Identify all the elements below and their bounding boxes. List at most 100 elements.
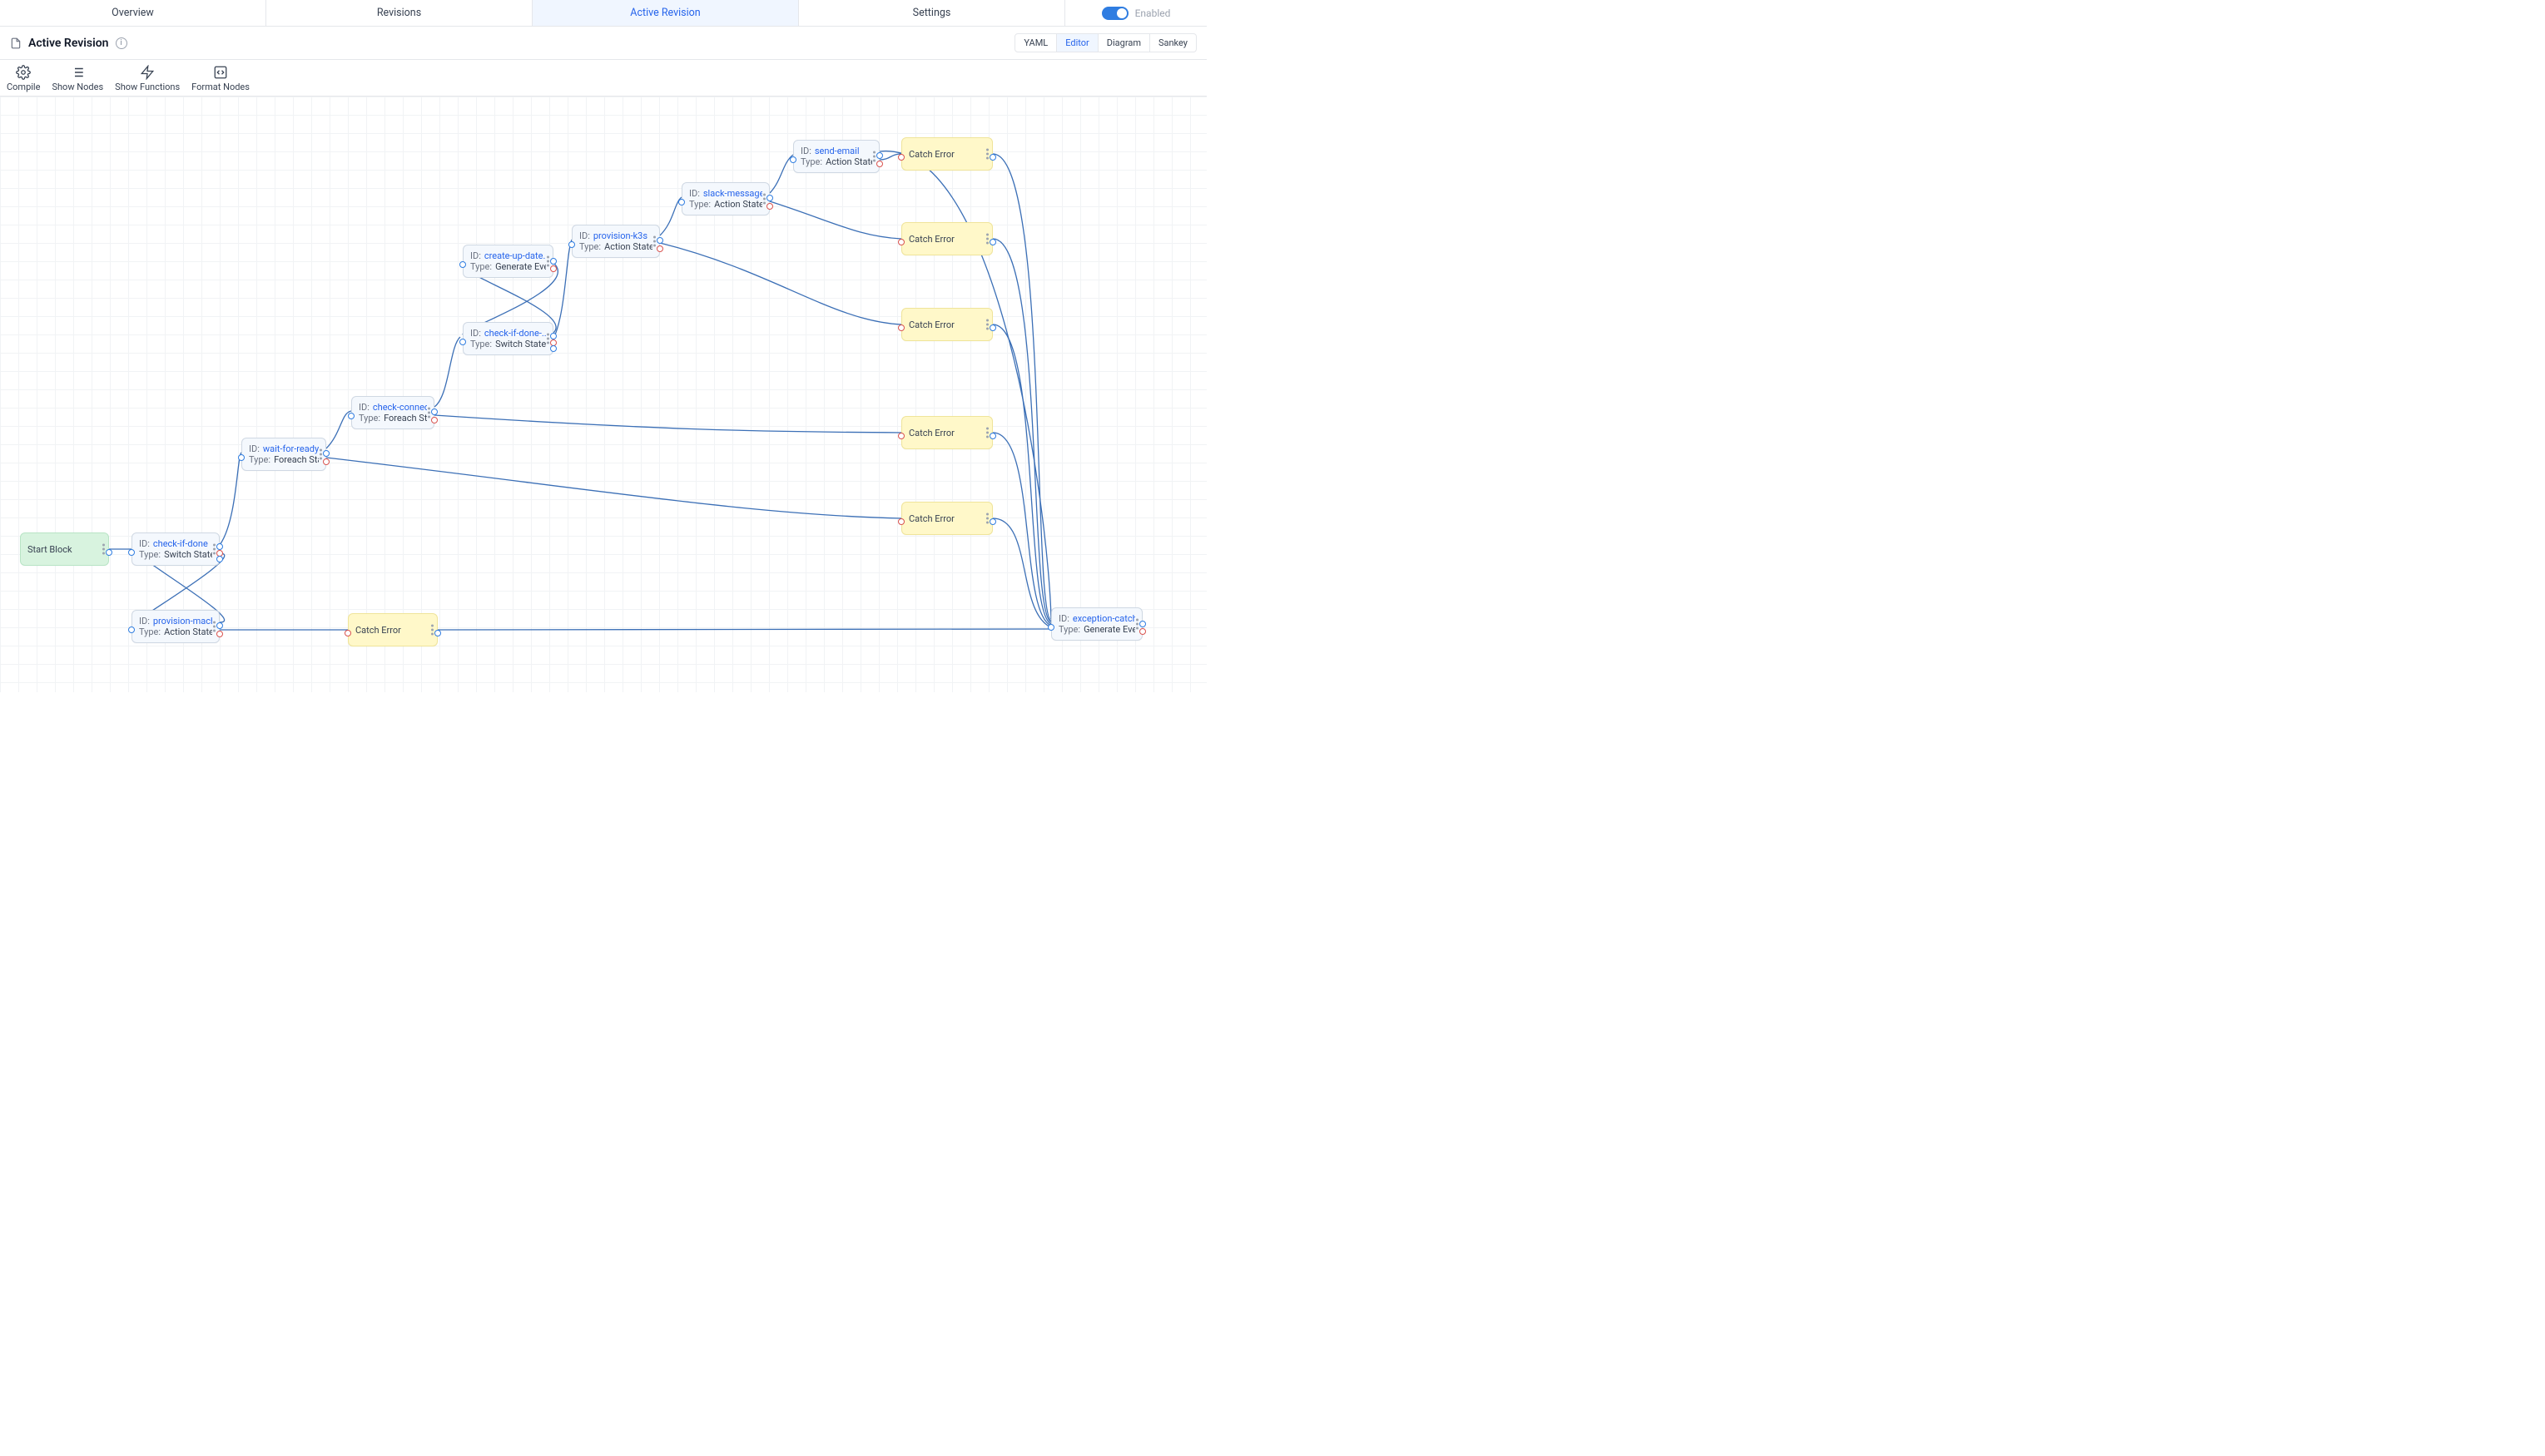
- id-value: check-connecti...: [373, 402, 427, 413]
- drag-handle-icon[interactable]: [653, 236, 656, 247]
- id-label: ID:: [470, 328, 481, 339]
- drag-handle-icon[interactable]: [547, 334, 549, 344]
- node-create-up-date[interactable]: ID:create-up-date... Type:Generate Event…: [463, 245, 553, 278]
- type-value: Generate Event State: [495, 261, 546, 272]
- drag-handle-icon[interactable]: [213, 544, 216, 555]
- id-value: check-if-done-...: [484, 328, 546, 339]
- drag-handle-icon[interactable]: [1136, 619, 1139, 630]
- drag-handle-icon[interactable]: [213, 622, 216, 632]
- code-icon: [213, 65, 228, 80]
- list-icon: [70, 65, 85, 80]
- workflow-canvas[interactable]: Start Block ID:check-if-done Type:Switch…: [0, 97, 1207, 692]
- id-label: ID:: [579, 230, 590, 241]
- node-provision-k3s[interactable]: ID:provision-k3s Type:Action State: [572, 225, 660, 258]
- node-catch-error-3[interactable]: Catch Error: [901, 308, 993, 341]
- tab-active-revision[interactable]: Active Revision: [533, 0, 799, 26]
- node-label: Catch Error: [355, 625, 401, 636]
- id-label: ID:: [470, 250, 481, 261]
- type-label: Type:: [1059, 624, 1080, 635]
- node-label: Catch Error: [909, 319, 955, 330]
- node-check-connection[interactable]: ID:check-connecti... Type:Foreach State: [351, 396, 434, 429]
- id-value: provision-k3s: [593, 230, 647, 241]
- node-label: Catch Error: [909, 234, 955, 245]
- view-sankey-button[interactable]: Sankey: [1150, 33, 1197, 52]
- node-label: Catch Error: [909, 428, 955, 438]
- tab-overview[interactable]: Overview: [0, 0, 266, 26]
- drag-handle-icon[interactable]: [873, 151, 876, 162]
- node-wait-for-ready[interactable]: ID:wait-for-ready Type: Foreach State: [241, 438, 326, 471]
- id-value: check-if-done: [153, 538, 208, 549]
- tab-settings[interactable]: Settings: [799, 0, 1065, 26]
- drag-handle-icon[interactable]: [320, 449, 322, 460]
- drag-handle-icon[interactable]: [986, 513, 989, 524]
- drag-handle-icon[interactable]: [102, 544, 105, 555]
- type-value: Foreach State: [274, 454, 319, 465]
- node-check-if-done[interactable]: ID:check-if-done Type:Switch State: [131, 532, 220, 566]
- node-catch-error-4[interactable]: Catch Error: [901, 416, 993, 449]
- id-value: send-email: [815, 146, 860, 156]
- drag-handle-icon[interactable]: [986, 234, 989, 245]
- id-label: ID:: [139, 616, 150, 626]
- id-value: exception-catch: [1073, 613, 1135, 624]
- node-catch-error-1[interactable]: Catch Error: [901, 137, 993, 171]
- node-exception-catch[interactable]: ID:exception-catch Type:Generate Event S…: [1051, 607, 1143, 641]
- format-nodes-button[interactable]: Format Nodes: [191, 65, 250, 92]
- lightning-icon: [140, 65, 155, 80]
- drag-handle-icon[interactable]: [763, 194, 766, 205]
- show-nodes-button[interactable]: Show Nodes: [52, 65, 103, 92]
- id-value: provision-machi...: [153, 616, 212, 626]
- type-value: Action State: [826, 156, 872, 167]
- type-label: Type:: [359, 413, 380, 423]
- type-label: Type:: [579, 241, 601, 252]
- type-label: Type:: [470, 261, 492, 272]
- show-functions-label: Show Functions: [115, 82, 180, 92]
- compile-label: Compile: [7, 82, 40, 92]
- id-value: wait-for-ready: [263, 443, 319, 454]
- id-value: slack-message-...: [703, 188, 762, 199]
- drag-handle-icon[interactable]: [986, 428, 989, 438]
- type-value: Foreach State: [384, 413, 427, 423]
- view-mode-group: YAML Editor Diagram Sankey: [1015, 33, 1197, 52]
- node-label: Start Block: [27, 544, 72, 555]
- type-label: Type:: [689, 199, 711, 210]
- type-label: Type:: [470, 339, 492, 349]
- drag-handle-icon[interactable]: [986, 149, 989, 160]
- id-label: ID:: [1059, 613, 1069, 624]
- type-value: Action State: [604, 241, 652, 252]
- node-slack-message[interactable]: ID:slack-message-... Type:Action State: [682, 182, 770, 215]
- node-check-if-done-2[interactable]: ID:check-if-done-... Type:Switch State: [463, 322, 553, 355]
- type-value: Switch State: [495, 339, 546, 349]
- format-nodes-label: Format Nodes: [191, 82, 250, 92]
- type-value: Action State: [164, 626, 212, 637]
- type-value: Switch State: [164, 549, 212, 560]
- type-label: Type:: [249, 454, 270, 465]
- type-label: Type:: [139, 549, 161, 560]
- drag-handle-icon[interactable]: [431, 625, 434, 636]
- drag-handle-icon[interactable]: [986, 319, 989, 330]
- node-catch-error-2[interactable]: Catch Error: [901, 222, 993, 255]
- view-yaml-button[interactable]: YAML: [1015, 33, 1057, 52]
- compile-button[interactable]: Compile: [7, 65, 40, 92]
- node-label: Catch Error: [909, 149, 955, 160]
- id-label: ID:: [249, 443, 260, 454]
- node-label: Catch Error: [909, 513, 955, 524]
- view-diagram-button[interactable]: Diagram: [1099, 33, 1150, 52]
- node-catch-error-5[interactable]: Catch Error: [901, 502, 993, 535]
- tab-revisions[interactable]: Revisions: [266, 0, 533, 26]
- view-editor-button[interactable]: Editor: [1057, 33, 1099, 52]
- id-value: create-up-date...: [484, 250, 546, 261]
- enabled-toggle[interactable]: [1102, 7, 1129, 20]
- type-label: Type:: [801, 156, 822, 167]
- show-functions-button[interactable]: Show Functions: [115, 65, 180, 92]
- node-start-block[interactable]: Start Block: [20, 532, 109, 566]
- drag-handle-icon[interactable]: [428, 408, 430, 418]
- id-label: ID:: [689, 188, 700, 199]
- gear-icon: [16, 65, 31, 80]
- edges-layer: [0, 97, 1207, 692]
- drag-handle-icon[interactable]: [547, 256, 549, 267]
- node-send-email[interactable]: ID:send-email Type:Action State: [793, 140, 880, 173]
- info-icon[interactable]: i: [116, 37, 127, 49]
- node-catch-error-6[interactable]: Catch Error: [348, 613, 438, 646]
- node-provision-machine[interactable]: ID:provision-machi... Type:Action State: [131, 610, 220, 643]
- enabled-label: Enabled: [1135, 7, 1171, 19]
